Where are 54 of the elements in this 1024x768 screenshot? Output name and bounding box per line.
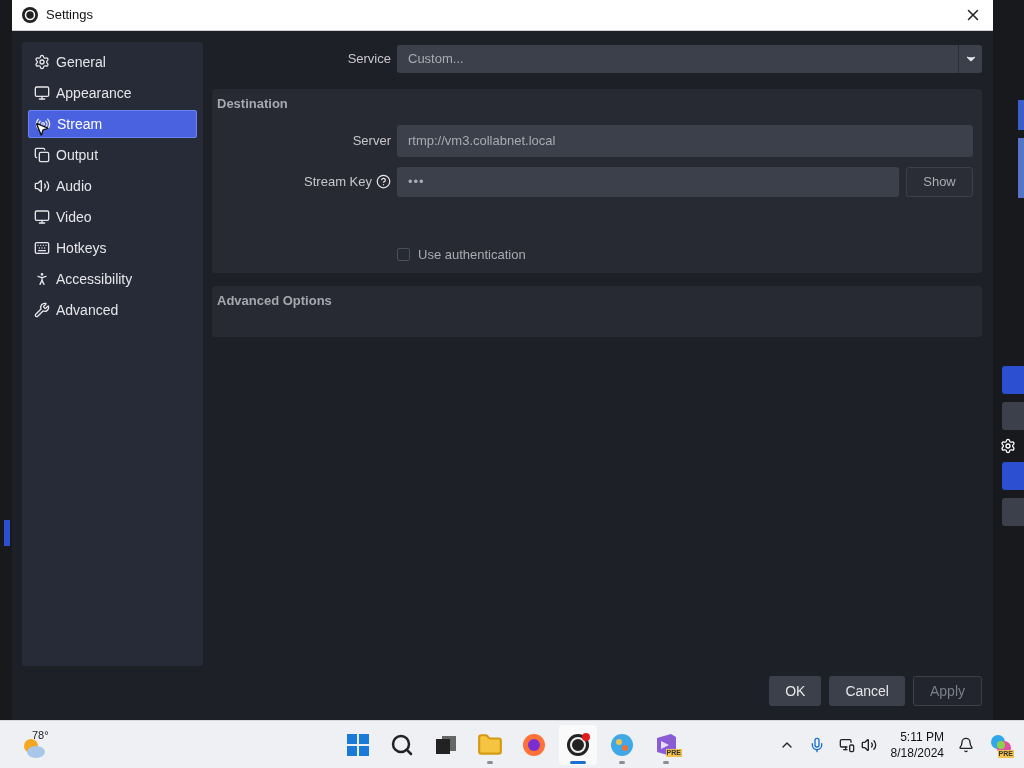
dialog-button[interactable]: Cancel (829, 676, 905, 706)
section-title: Advanced Options (216, 292, 333, 310)
windows-logo-icon (346, 732, 370, 757)
sidebar-item[interactable]: General (28, 48, 197, 76)
sidebar-item[interactable]: Stream (28, 110, 197, 138)
speaker-icon[interactable] (860, 736, 877, 753)
network-icon[interactable] (838, 736, 855, 753)
monitor-icon (34, 85, 50, 101)
show-button[interactable]: Show (906, 166, 973, 197)
folder-icon (477, 731, 503, 758)
section-title: Destination (216, 95, 289, 113)
running-indicator (487, 760, 493, 764)
keyboard-icon (34, 240, 50, 256)
checkbox[interactable] (397, 247, 410, 261)
monitor-icon (34, 209, 50, 225)
palette-icon (610, 732, 634, 757)
running-indicator (619, 760, 625, 764)
task-view-icon (435, 734, 457, 755)
taskbar-app[interactable] (559, 724, 597, 765)
speaker-icon (34, 178, 50, 194)
window-title: Settings (46, 6, 93, 25)
sidebar-item[interactable]: Accessibility (28, 265, 197, 293)
wrench-icon (34, 302, 50, 318)
search-icon (390, 732, 414, 757)
preview-strip (1018, 100, 1024, 130)
sidebar-item[interactable]: Hotkeys (28, 234, 197, 262)
globe-icon (522, 732, 546, 757)
cursor-icon (34, 121, 50, 137)
running-indicator (570, 760, 586, 764)
field-label: Service (346, 50, 391, 69)
camera-lens-icon (566, 732, 590, 757)
sidebar-item[interactable]: Audio (28, 172, 197, 200)
gear-icon (1000, 438, 1016, 454)
service-dropdown[interactable]: Custom... (397, 45, 982, 73)
dialog-button[interactable]: OK (769, 676, 822, 706)
help-icon[interactable] (376, 174, 391, 189)
sidebar-item[interactable]: Appearance (28, 79, 197, 107)
field-label: Server (351, 131, 391, 150)
clock[interactable]: 5:11 PM 8/18/2024 (890, 728, 944, 761)
weather-widget[interactable]: 78° (20, 726, 66, 763)
preview-strip (1018, 138, 1024, 198)
server-field[interactable]: rtmp://vm3.collabnet.local (397, 124, 973, 157)
person-icon (34, 271, 50, 287)
sidebar-item[interactable]: Output (28, 141, 197, 169)
checkbox-label: Use authentication (418, 245, 526, 264)
app-logo-icon (22, 7, 38, 23)
bell-icon[interactable] (958, 736, 974, 753)
stream-key-field[interactable]: ••• (397, 166, 899, 197)
sidebar-item[interactable]: Advanced (28, 296, 197, 324)
sidebar-item[interactable]: Video (28, 203, 197, 231)
gear-icon (34, 54, 50, 70)
running-indicator (663, 760, 669, 764)
temperature: 78° (32, 727, 49, 743)
field-label: Stream Key (304, 172, 372, 191)
